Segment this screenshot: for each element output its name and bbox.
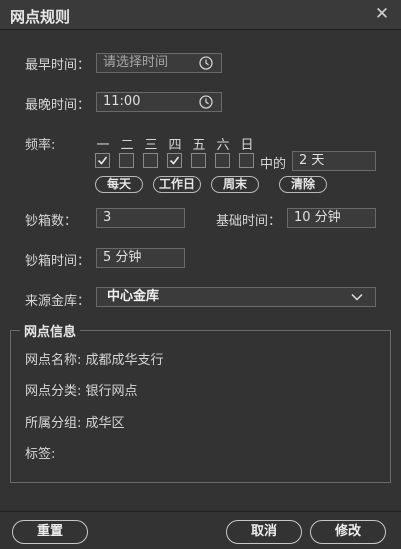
preset-clear-button[interactable]: 清除 (279, 176, 327, 193)
dialog-title: 网点规则 (10, 8, 71, 26)
source-vault-select[interactable]: 中心金库 (96, 287, 376, 307)
day-label-sat: 六 (216, 138, 230, 153)
frequency-label: 频率: (25, 138, 56, 153)
checkbox-tue[interactable] (119, 153, 134, 168)
branch-name: 网点名称: 成都成华支行 (25, 353, 164, 368)
clock-icon (199, 56, 213, 70)
day-label-sun: 日 (240, 138, 254, 153)
check-icon (97, 156, 108, 165)
preset-workday-button[interactable]: 工作日 (153, 176, 201, 193)
day-label-fri: 五 (192, 138, 206, 153)
footer-divider (0, 511, 401, 512)
box-count-value: 3 (103, 210, 112, 225)
chevron-down-icon (351, 293, 363, 301)
latest-time-value: 11:00 (103, 94, 141, 109)
branch-tags: 标签: (25, 447, 56, 462)
check-icon (169, 156, 180, 165)
source-vault-value: 中心金库 (107, 289, 160, 304)
checkbox-wed[interactable] (143, 153, 158, 168)
earliest-time-input[interactable]: 请选择时间 (96, 53, 222, 73)
earliest-time-label: 最早时间： (25, 58, 91, 73)
cancel-button[interactable]: 取消 (226, 520, 302, 544)
latest-time-input[interactable]: 11:00 (96, 92, 222, 112)
modify-button[interactable]: 修改 (310, 520, 386, 544)
branch-category: 网点分类: 银行网点 (25, 384, 138, 399)
base-time-value: 10 分钟 (294, 210, 341, 225)
box-time-label: 钞箱时间： (25, 254, 91, 269)
frequency-interval-input[interactable]: 2 天 (292, 151, 376, 171)
frequency-of-label: 中的 (260, 157, 287, 172)
preset-everyday-button[interactable]: 每天 (95, 176, 143, 193)
day-label-tue: 二 (120, 138, 134, 153)
clock-icon (199, 95, 213, 109)
base-time-input[interactable]: 10 分钟 (287, 208, 376, 228)
base-time-label: 基础时间： (216, 214, 282, 229)
day-label-thu: 四 (168, 138, 182, 153)
checkbox-sun[interactable] (239, 153, 254, 168)
source-vault-label: 来源金库： (25, 294, 91, 309)
day-label-wed: 三 (144, 138, 158, 153)
title-bar: 网点规则 ✕ (0, 0, 401, 30)
box-count-label: 钞箱数： (25, 214, 78, 229)
latest-time-label: 最晚时间： (25, 98, 91, 113)
preset-weekend-button[interactable]: 周末 (211, 176, 259, 193)
info-group-title: 网点信息 (20, 321, 81, 340)
branch-group: 所属分组: 成华区 (25, 416, 125, 431)
earliest-time-placeholder: 请选择时间 (103, 55, 169, 70)
checkbox-thu[interactable] (167, 153, 182, 168)
box-count-input[interactable]: 3 (96, 208, 185, 228)
day-label-mon: 一 (96, 138, 110, 153)
box-time-input[interactable]: 5 分钟 (96, 248, 185, 268)
checkbox-mon[interactable] (95, 153, 110, 168)
frequency-interval-value: 2 天 (299, 153, 325, 168)
box-time-value: 5 分钟 (103, 250, 142, 265)
close-icon[interactable]: ✕ (373, 4, 391, 24)
checkbox-sat[interactable] (215, 153, 230, 168)
checkbox-fri[interactable] (191, 153, 206, 168)
reset-button[interactable]: 重置 (12, 520, 88, 544)
